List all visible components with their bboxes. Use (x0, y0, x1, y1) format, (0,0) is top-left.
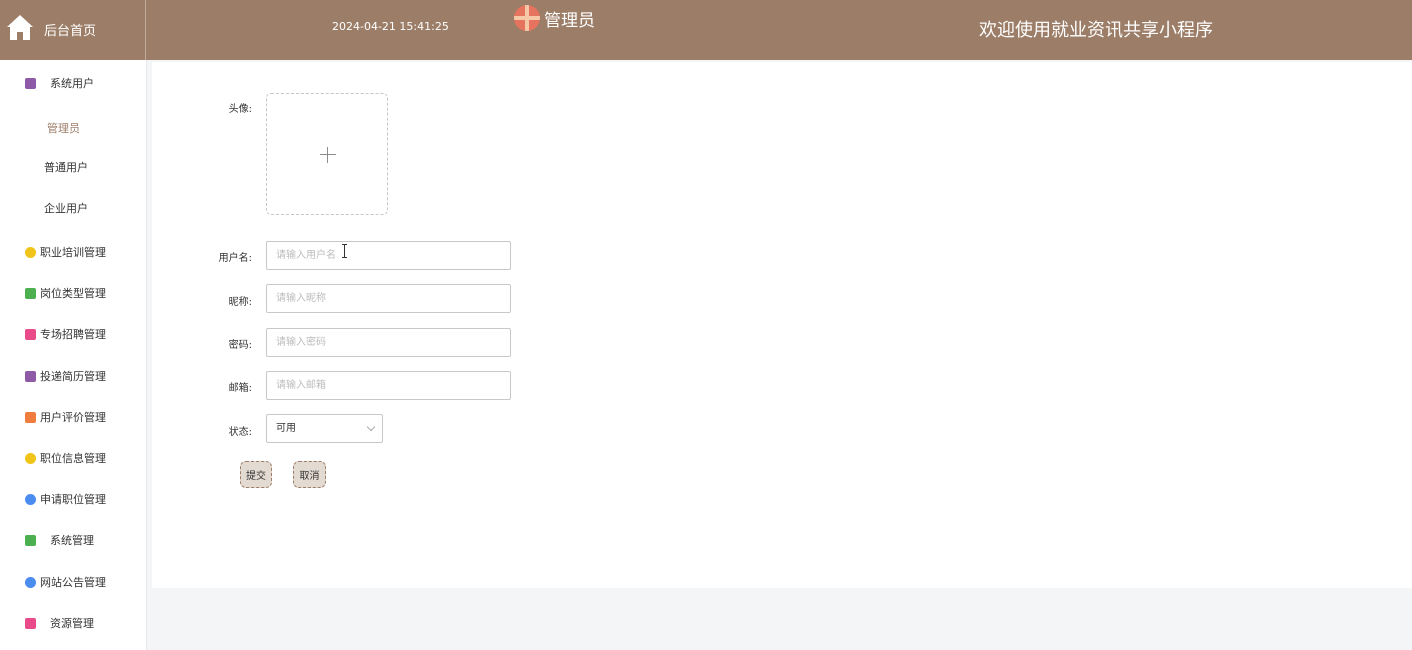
admin-name: 管理员 (544, 10, 595, 31)
sidebar-item-label: 资源管理 (50, 617, 94, 630)
bag-icon (25, 617, 36, 629)
email-label: 邮箱: (228, 383, 252, 394)
chat-icon (25, 534, 36, 546)
avatar-upload[interactable] (266, 93, 388, 215)
sidebar-item-label: 岗位类型管理 (40, 287, 106, 300)
sidebar-item-label: 投递简历管理 (40, 370, 106, 383)
avatar (514, 5, 540, 31)
sidebar-subitem-normal-users[interactable]: 普通用户 (44, 159, 88, 175)
hexagon-icon (25, 452, 36, 464)
hexagon-icon (25, 246, 36, 258)
sidebar-item-reviews[interactable]: 用户评价管理 (0, 405, 146, 429)
password-label: 密码: (228, 340, 252, 351)
text-cursor-icon (342, 244, 347, 258)
home-link[interactable]: 后台首页 (0, 0, 146, 60)
nickname-label: 昵称: (228, 297, 252, 308)
plus-icon (320, 147, 336, 163)
home-label: 后台首页 (44, 24, 97, 39)
chevron-down-icon (366, 422, 376, 432)
sidebar-item-recruitment[interactable]: 专场招聘管理 (0, 322, 146, 346)
sidebar-item-system-users[interactable]: 系统用户 (0, 71, 146, 95)
sidebar-item-label: 用户评价管理 (40, 411, 106, 424)
password-input[interactable] (266, 328, 511, 357)
sidebar-item-label: 网站公告管理 (40, 576, 106, 589)
email-input[interactable] (266, 371, 511, 400)
sidebar-subitem-company-users[interactable]: 企业用户 (44, 200, 88, 216)
chat-icon (25, 287, 36, 299)
sidebar-item-label: 申请职位管理 (40, 493, 106, 506)
archive-icon (25, 77, 36, 89)
status-label: 状态: (228, 427, 252, 438)
welcome-title: 欢迎使用就业资讯共享小程序 (979, 20, 1213, 41)
sidebar-subitem-admin[interactable]: 管理员 (47, 120, 80, 136)
sidebar-item-resumes[interactable]: 投递简历管理 (0, 364, 146, 388)
sidebar: 系统用户 管理员 普通用户 企业用户 职业培训管理 岗位类型管理 专场招聘管理 … (0, 60, 147, 650)
username-label: 用户名: (218, 253, 252, 264)
sidebar-item-positions[interactable]: 职位信息管理 (0, 446, 146, 470)
star-icon (25, 493, 36, 505)
sidebar-item-resources[interactable]: 资源管理 (0, 611, 146, 635)
grid-icon (25, 411, 36, 423)
status-value: 可用 (276, 423, 296, 434)
sidebar-item-label: 职业培训管理 (40, 246, 106, 259)
username-input[interactable] (266, 241, 511, 270)
admin-profile[interactable]: 管理员 (514, 4, 595, 32)
star-icon (25, 576, 36, 588)
sidebar-item-label: 职位信息管理 (40, 452, 106, 465)
nickname-input[interactable] (266, 284, 511, 313)
top-bar: 后台首页 2024-04-21 15:41:25 管理员 欢迎使用就业资讯共享小… (0, 0, 1412, 60)
avatar-label: 头像: (228, 104, 252, 115)
sidebar-item-label: 系统用户 (50, 77, 94, 90)
sidebar-item-training[interactable]: 职业培训管理 (0, 240, 146, 264)
sidebar-item-label: 系统管理 (50, 534, 94, 547)
sidebar-item-label: 专场招聘管理 (40, 328, 106, 341)
archive-icon (25, 370, 36, 382)
datetime-display: 2024-04-21 15:41:25 (332, 20, 449, 33)
bag-icon (25, 328, 36, 340)
status-select[interactable]: 可用 (266, 414, 383, 443)
cancel-button[interactable]: 取消 (293, 461, 326, 488)
submit-button[interactable]: 提交 (240, 461, 272, 488)
sidebar-item-job-types[interactable]: 岗位类型管理 (0, 281, 146, 305)
sidebar-item-system[interactable]: 系统管理 (0, 528, 146, 552)
sidebar-item-announcements[interactable]: 网站公告管理 (0, 570, 146, 594)
home-icon (7, 15, 33, 40)
sidebar-item-applications[interactable]: 申请职位管理 (0, 487, 146, 511)
